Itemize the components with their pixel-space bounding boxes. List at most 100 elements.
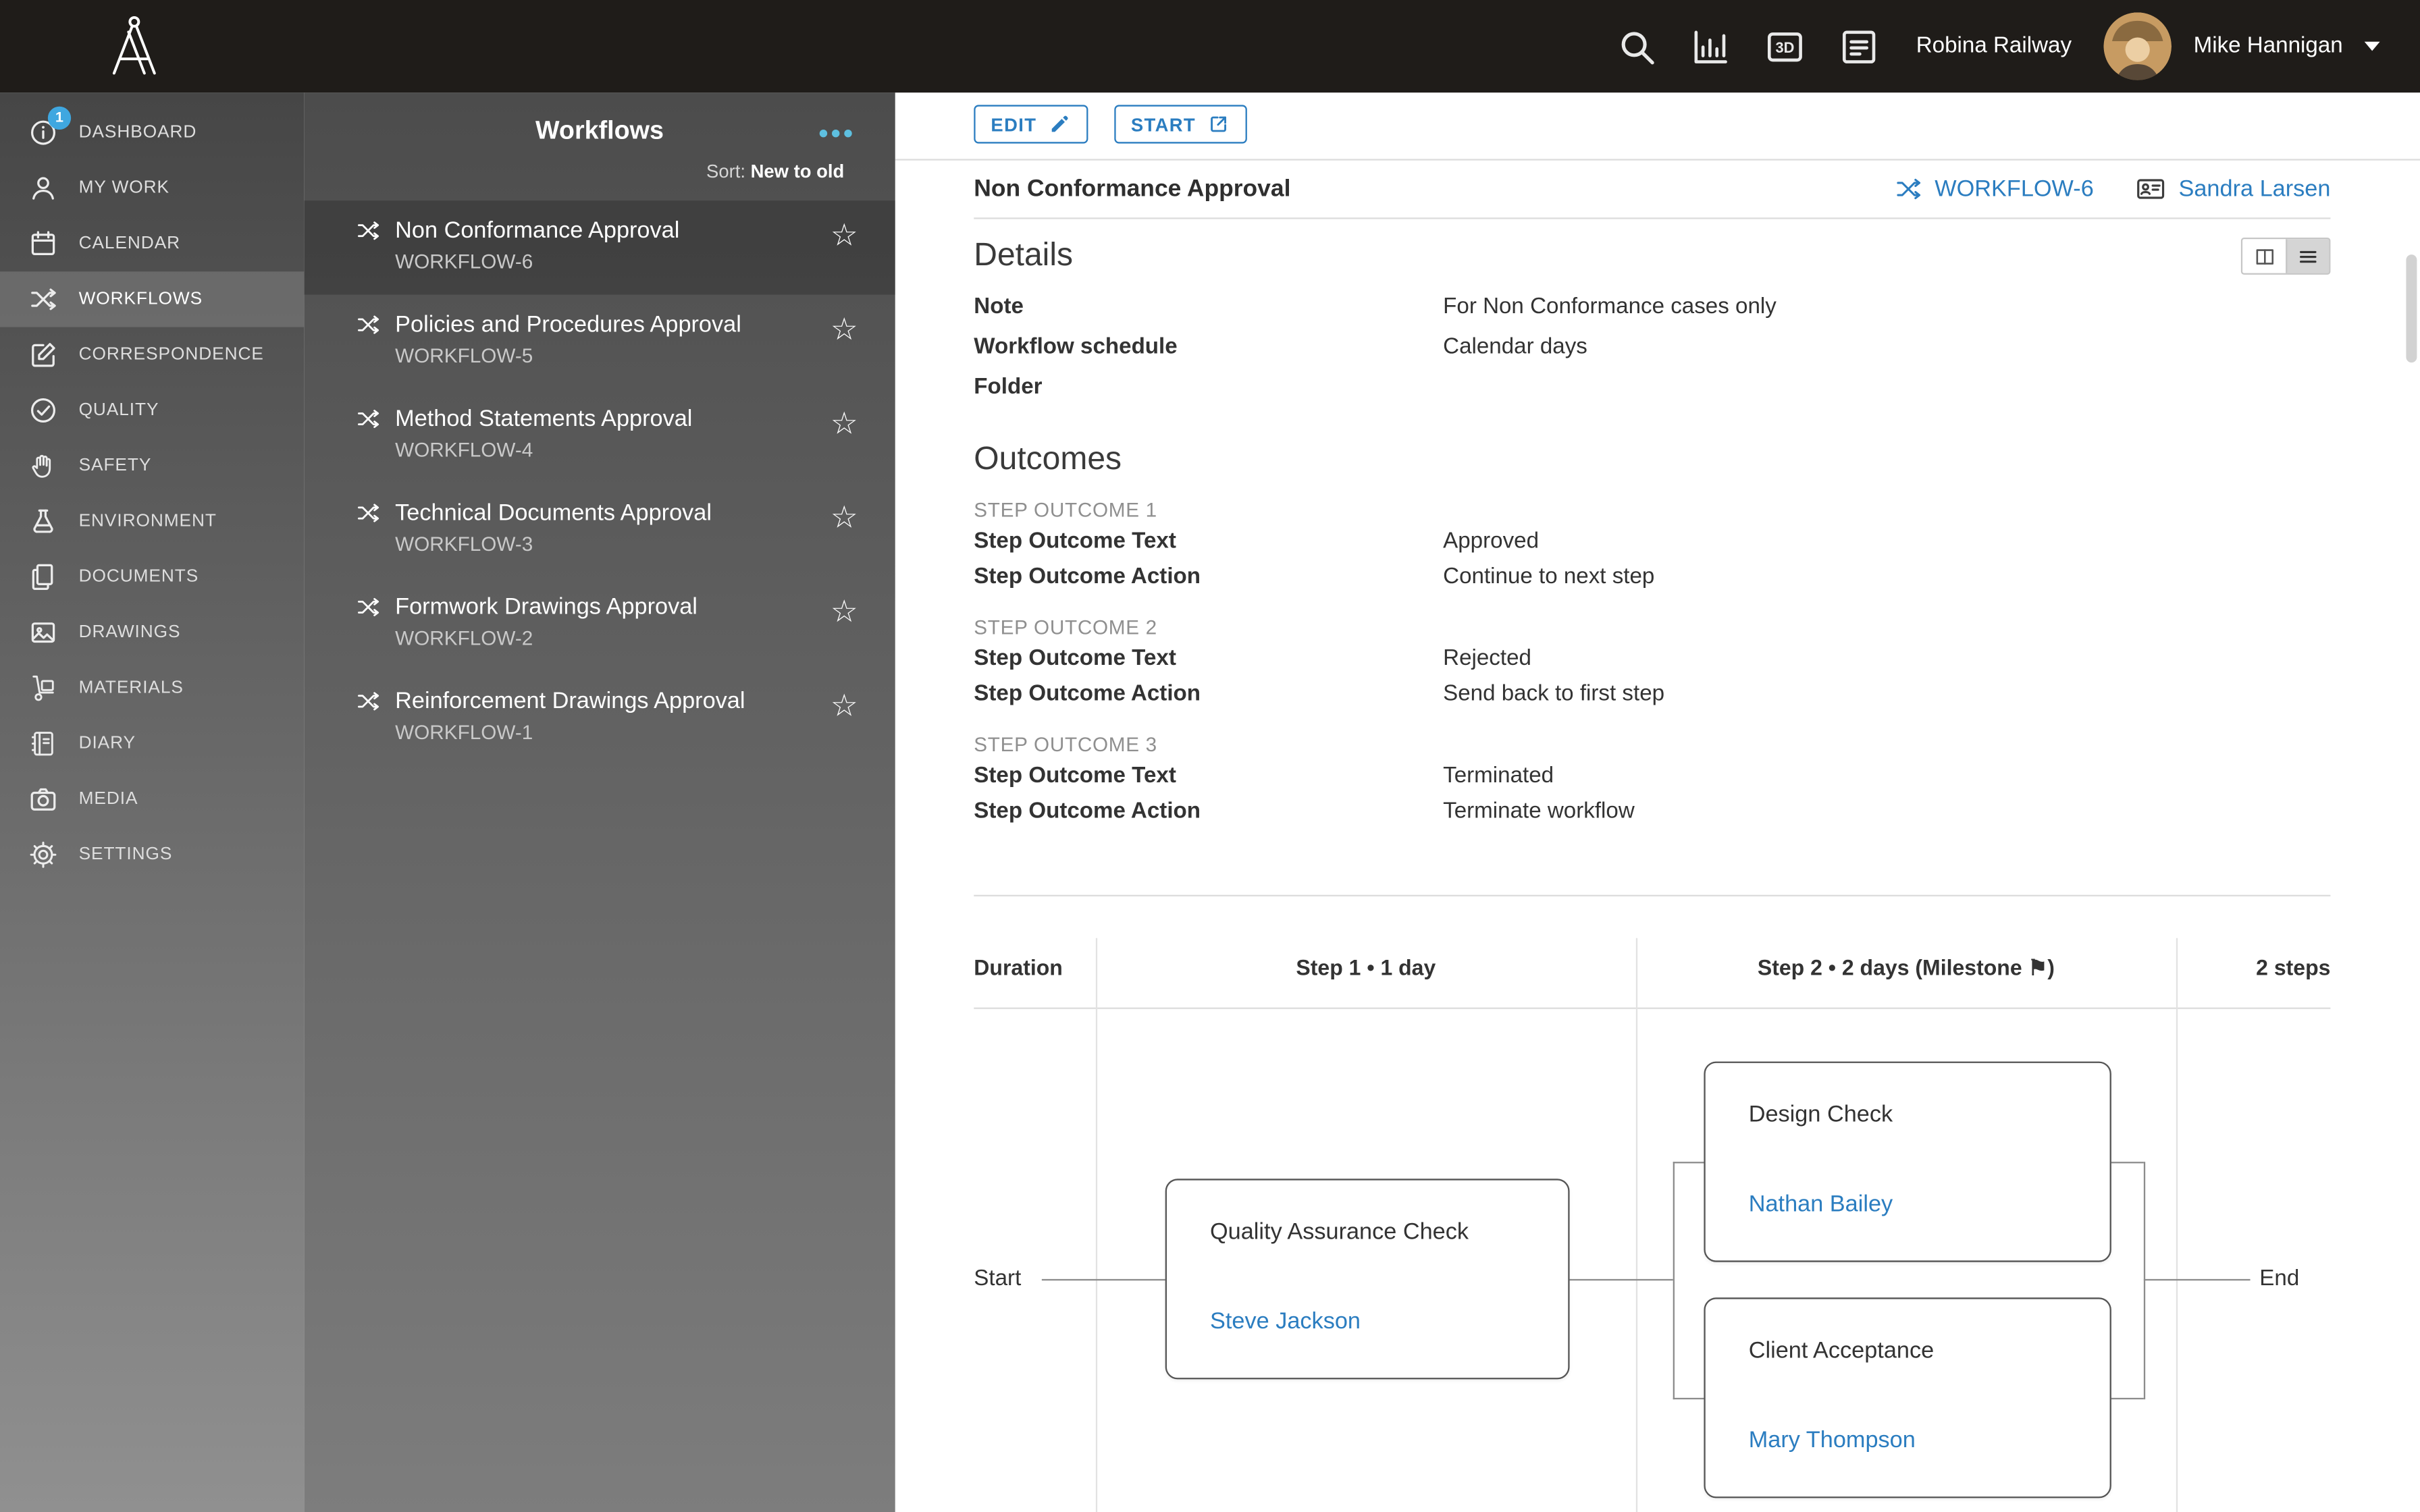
detail-row: Workflow schedule Calendar days <box>974 335 1587 360</box>
grid-view-button[interactable] <box>2242 239 2286 273</box>
user-avatar <box>2104 12 2172 80</box>
svg-text:3D: 3D <box>1774 38 1793 55</box>
scrollbar-thumb[interactable] <box>2406 254 2417 363</box>
workflow-list-header: Workflows Sort: New to old <box>304 92 895 200</box>
divider <box>974 1007 2331 1009</box>
sidebar-item-safety[interactable]: SAFETY <box>0 438 304 493</box>
pencil-icon <box>1047 113 1070 136</box>
sidebar-item-settings[interactable]: SETTINGS <box>0 827 304 882</box>
shuffle-icon <box>355 500 382 526</box>
hand-truck-icon <box>28 673 59 704</box>
sidebar-item-diary[interactable]: DIARY <box>0 716 304 772</box>
image-icon <box>28 617 59 648</box>
connector-line <box>2111 1397 2144 1400</box>
start-button[interactable]: START <box>1113 105 1247 144</box>
shuffle-icon <box>355 217 382 244</box>
workflow-list-item[interactable]: Technical Documents Approval WORKFLOW-3 … <box>304 483 895 576</box>
star-icon[interactable]: ☆ <box>831 597 858 628</box>
notebook-icon <box>28 728 59 759</box>
project-name[interactable]: Robina Railway <box>1916 34 2072 59</box>
details-heading: Details <box>974 238 1074 273</box>
camera-icon <box>28 784 59 815</box>
flask-icon <box>28 506 59 537</box>
steps-count-header: 2 steps <box>2256 954 2331 980</box>
check-circle-icon <box>28 395 59 426</box>
workflow-list-item[interactable]: Reinforcement Drawings Approval WORKFLOW… <box>304 671 895 765</box>
chevron-down-icon <box>2364 41 2380 51</box>
workflow-detail: EDIT START Non Conformance Approval WORK… <box>895 92 2420 1512</box>
sidebar-item-media[interactable]: MEDIA <box>0 772 304 827</box>
workflow-list-item[interactable]: Policies and Procedures Approval WORKFLO… <box>304 295 895 389</box>
star-icon[interactable]: ☆ <box>831 221 858 252</box>
shuffle-icon <box>355 688 382 714</box>
more-options-icon[interactable] <box>819 130 852 138</box>
connector-line <box>2143 1278 2251 1281</box>
duration-column-header: Duration <box>974 954 1063 980</box>
feed-icon[interactable] <box>1837 26 1879 68</box>
details-rows: Note For Non Conformance cases only Work… <box>974 287 2330 407</box>
sidebar-item-drawings[interactable]: DRAWINGS <box>0 605 304 660</box>
workflow-step-node[interactable]: Client Acceptance Mary Thompson <box>1704 1297 2111 1498</box>
column-separator <box>1095 938 1098 1512</box>
3d-model-icon[interactable]: 3D <box>1763 26 1805 68</box>
workflow-list-item[interactable]: Non Conformance Approval WORKFLOW-6 ☆ <box>304 200 895 295</box>
app-root: 3D Robina Railway Mike Hannigan 1 DASHBO… <box>0 0 2420 1512</box>
outcome-section: STEP OUTCOME 1 Step Outcome Text Approved… <box>974 498 1655 590</box>
launch-icon <box>1207 113 1230 136</box>
assignee-link[interactable]: Nathan Bailey <box>1749 1191 2067 1218</box>
sidebar-item-calendar[interactable]: CALENDAR <box>0 216 304 271</box>
star-icon[interactable]: ☆ <box>831 315 858 346</box>
calendar-icon <box>28 228 59 259</box>
app-logo-icon[interactable] <box>96 9 173 84</box>
hand-icon <box>28 450 59 481</box>
edit-button[interactable]: EDIT <box>974 105 1088 144</box>
user-menu[interactable]: Mike Hannigan <box>2104 12 2380 80</box>
connector-line <box>1673 1397 1704 1400</box>
sidebar-item-documents[interactable]: DOCUMENTS <box>0 549 304 605</box>
sidebar-item-quality[interactable]: QUALITY <box>0 383 304 438</box>
workflow-list-item[interactable]: Formwork Drawings Approval WORKFLOW-2 ☆ <box>304 577 895 671</box>
column-separator <box>1635 938 1638 1512</box>
connector-line <box>1041 1278 1165 1281</box>
sort-control[interactable]: Sort: New to old <box>706 161 844 182</box>
search-icon[interactable] <box>1615 26 1657 68</box>
sidebar-item-dashboard[interactable]: 1 DASHBOARD <box>0 105 304 160</box>
user-name: Mike Hannigan <box>2193 34 2343 59</box>
shuffle-icon <box>1893 174 1922 203</box>
person-icon <box>28 173 59 204</box>
owner-link[interactable]: Sandra Larsen <box>2179 176 2331 202</box>
workflow-ref-link[interactable]: WORKFLOW-6 <box>1935 176 2094 202</box>
workflow-step-node[interactable]: Quality Assurance Check Steve Jackson <box>1165 1179 1570 1380</box>
star-icon[interactable]: ☆ <box>831 691 858 722</box>
sidebar-item-environment[interactable]: ENVIRONMENT <box>0 493 304 549</box>
sidebar-item-materials[interactable]: MATERIALS <box>0 660 304 716</box>
outcome-section: STEP OUTCOME 2 Step Outcome Text Rejected… <box>974 616 1665 707</box>
gear-icon <box>28 839 59 870</box>
workflow-list-panel: Workflows Sort: New to old Non Conforman… <box>304 92 895 1512</box>
bar-chart-icon[interactable] <box>1689 26 1731 68</box>
assignee-link[interactable]: Steve Jackson <box>1210 1308 1525 1334</box>
workflow-list-item[interactable]: Method Statements Approval WORKFLOW-4 ☆ <box>304 389 895 483</box>
column-separator <box>2176 938 2178 1512</box>
star-icon[interactable]: ☆ <box>831 409 858 440</box>
dashboard-badge: 1 <box>47 106 72 130</box>
workflow-diagram: Duration Step 1 • 1 day Step 2 • 2 days … <box>895 896 2420 1512</box>
shuffle-icon <box>355 594 382 620</box>
sidebar-item-correspondence[interactable]: CORRESPONDENCE <box>0 327 304 383</box>
contact-card-icon <box>2134 173 2166 205</box>
detail-row: Folder <box>974 375 1043 400</box>
diagram-start-label: Start <box>974 1266 1022 1292</box>
list-view-button[interactable] <box>2286 239 2330 273</box>
assignee-link[interactable]: Mary Thompson <box>1749 1427 2067 1453</box>
star-icon[interactable]: ☆ <box>831 503 858 534</box>
documents-icon <box>28 562 59 593</box>
detail-toolbar: EDIT START <box>974 92 2330 144</box>
view-toggle <box>2240 238 2331 275</box>
panel-title: Workflows <box>535 117 664 145</box>
step1-column-header: Step 1 • 1 day <box>1296 954 1436 980</box>
connector-line <box>1569 1278 1673 1281</box>
sidebar-item-workflows[interactable]: WORKFLOWS <box>0 271 305 327</box>
sidebar-item-my-work[interactable]: MY WORK <box>0 161 304 216</box>
workflow-step-node[interactable]: Design Check Nathan Bailey <box>1704 1061 2111 1262</box>
connector-line <box>1673 1162 1675 1400</box>
